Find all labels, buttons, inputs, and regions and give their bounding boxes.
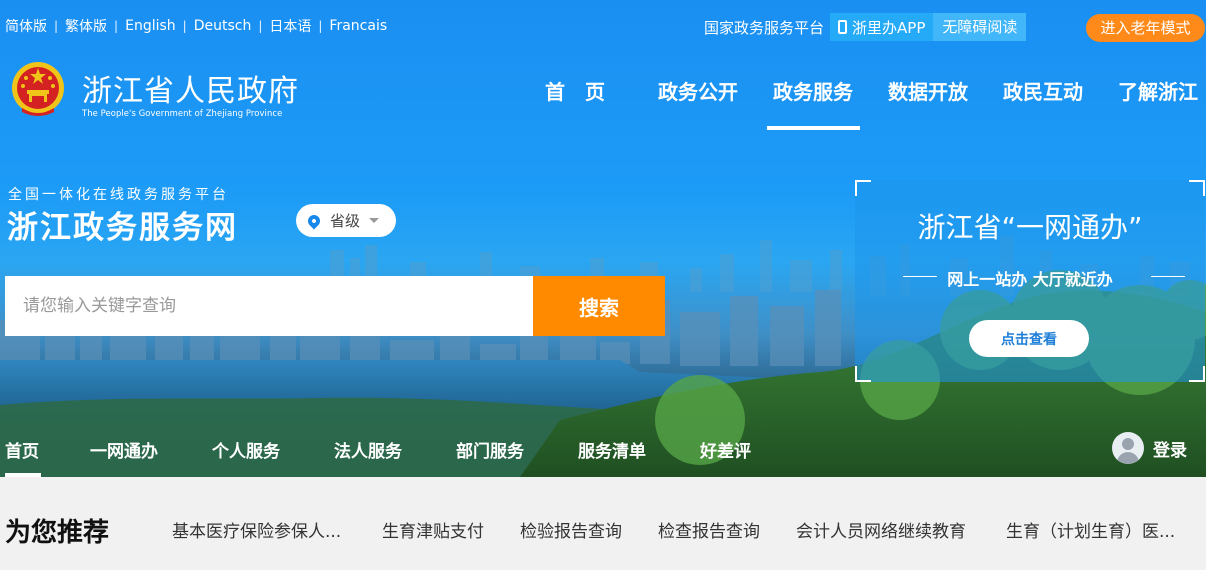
national-platform-link[interactable]: 国家政务服务平台: [704, 17, 824, 38]
language-bar: 简体版 | 繁体版 | English | Deutsch | 日本语 | Fr…: [5, 16, 387, 36]
separator: |: [114, 19, 119, 33]
login-link[interactable]: 登录: [1112, 432, 1187, 464]
utility-links: 国家政务服务平台 浙里办APP 无障碍阅读: [704, 13, 1027, 41]
nav-interaction[interactable]: 政民互动: [1003, 76, 1083, 105]
subnav-legal-entity[interactable]: 法人服务: [334, 437, 402, 462]
frame-corner: [1189, 180, 1205, 196]
nav-open-data[interactable]: 数据开放: [888, 76, 968, 105]
one-net-slogan: 网上一站办 大厅就近办: [947, 270, 1113, 289]
app-label: 浙里办APP: [852, 18, 926, 37]
subnav-home[interactable]: 首页: [5, 437, 39, 462]
site-logo-subtitle: The People's Government of Zhejiang Prov…: [82, 108, 283, 118]
subnav-rating[interactable]: 好差评: [700, 437, 751, 462]
recommend-item[interactable]: 生育津贴支付: [382, 517, 484, 542]
elder-mode-button[interactable]: 进入老年模式: [1086, 14, 1205, 42]
search-input[interactable]: [5, 276, 533, 336]
view-details-button[interactable]: 点击查看: [969, 320, 1089, 357]
recommend-title: 为您推荐: [5, 518, 110, 548]
lang-german[interactable]: Deutsch: [194, 18, 252, 34]
frame-corner: [855, 366, 871, 382]
subnav-departments[interactable]: 部门服务: [456, 437, 524, 462]
chevron-down-icon: [369, 218, 380, 223]
frame-corner: [855, 180, 871, 196]
separator: |: [182, 19, 187, 33]
subnav-personal[interactable]: 个人服务: [212, 437, 280, 462]
region-selector[interactable]: 省级: [296, 204, 396, 237]
service-site-title: 浙江政务服务网: [7, 210, 238, 246]
recommend-item[interactable]: 生育（计划生育）医...: [1006, 517, 1175, 542]
recommend-item[interactable]: 检查报告查询: [658, 517, 760, 542]
search-button[interactable]: 搜索: [533, 276, 665, 336]
lang-simplified[interactable]: 简体版: [5, 16, 47, 36]
accessibility-link[interactable]: 无障碍阅读: [933, 13, 1027, 41]
national-emblem-icon[interactable]: [10, 60, 66, 118]
site-logo-title[interactable]: 浙江省人民政府: [82, 66, 299, 110]
app-link[interactable]: 浙里办APP: [830, 13, 934, 41]
one-net-title: 浙江省“一网通办”: [917, 211, 1143, 244]
one-net-promo-panel: 浙江省“一网通办” 网上一站办 大厅就近办 点击查看: [855, 180, 1205, 382]
phone-icon: [838, 20, 848, 34]
subnav-service-list[interactable]: 服务清单: [578, 437, 646, 462]
recommend-bar: 为您推荐 基本医疗保险参保人... 生育津贴支付 检验报告查询 检查报告查询 会…: [0, 477, 1206, 570]
separator: |: [318, 19, 323, 33]
divider: [1151, 276, 1185, 277]
lang-japanese[interactable]: 日本语: [269, 16, 311, 36]
recommend-item[interactable]: 会计人员网络继续教育: [796, 517, 966, 542]
separator: |: [54, 19, 59, 33]
nav-gov-services[interactable]: 政务服务: [773, 76, 853, 105]
nav-gov-affairs-open[interactable]: 政务公开: [658, 76, 738, 105]
nav-home[interactable]: 首 页: [545, 76, 605, 105]
platform-subtitle: 全国一体化在线政务服务平台: [8, 187, 229, 203]
login-label: 登录: [1153, 440, 1187, 461]
hero-banner: 简体版 | 繁体版 | English | Deutsch | 日本语 | Fr…: [0, 0, 1206, 477]
lang-english[interactable]: English: [125, 18, 176, 34]
nav-about-zhejiang[interactable]: 了解浙江: [1118, 76, 1198, 105]
lang-traditional[interactable]: 繁体版: [65, 16, 107, 36]
location-pin-icon: [305, 212, 323, 229]
separator: |: [258, 19, 263, 33]
active-nav-indicator: [767, 126, 860, 130]
recommend-item[interactable]: 检验报告查询: [520, 517, 622, 542]
subnav-one-net[interactable]: 一网通办: [90, 437, 158, 462]
lang-french[interactable]: Francais: [329, 18, 387, 34]
recommend-item[interactable]: 基本医疗保险参保人...: [172, 517, 341, 542]
frame-corner: [1189, 366, 1205, 382]
region-label: 省级: [330, 212, 361, 230]
user-avatar-icon: [1112, 432, 1144, 464]
